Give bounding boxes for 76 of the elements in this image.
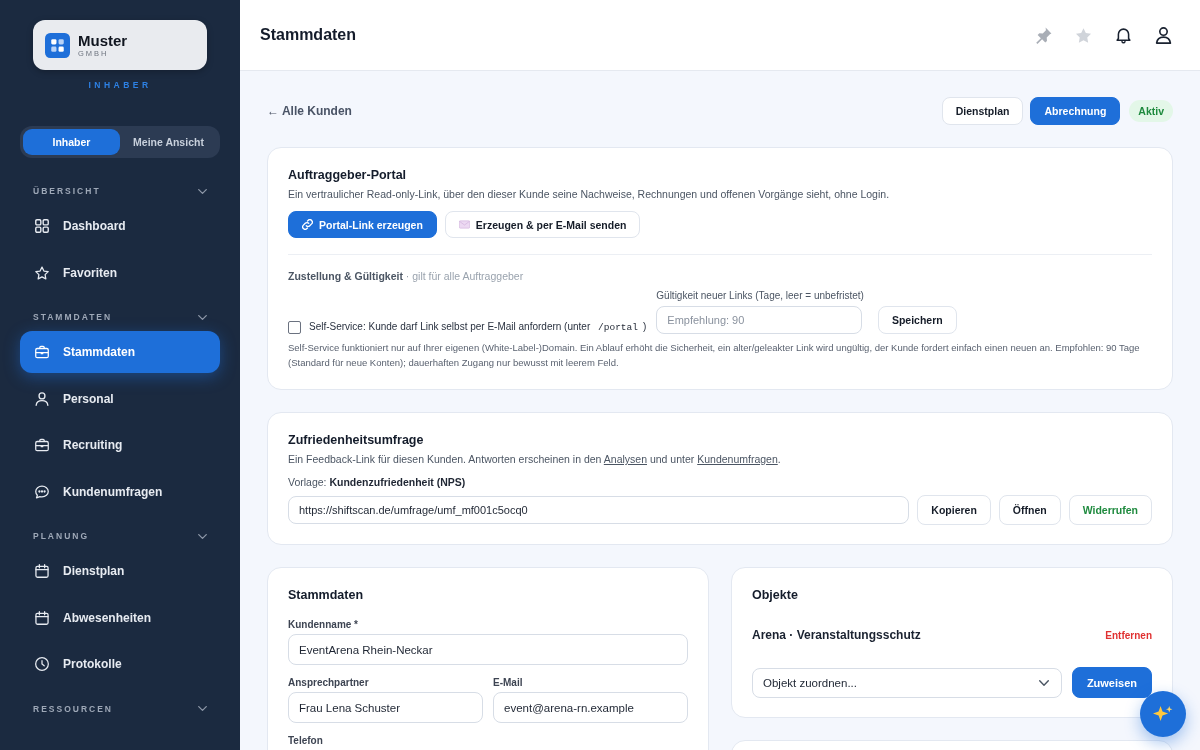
field-label: Telefon [288,735,323,747]
delivery-heading: Zustellung & Gültigkeit · gilt für alle Auftraggeber [288,270,525,282]
card-title: Auftraggeber-Portal [288,167,407,183]
send-email-button[interactable]: Erzeugen & per E-Mail senden [444,211,641,238]
validity-field[interactable]: Empfehlung: 90 [656,306,863,334]
save-button[interactable]: Speichern [877,306,957,334]
generate-link-button[interactable]: Portal-Link erzeugen [288,211,437,238]
nav-item[interactable]: Dienstplan [20,550,220,592]
field-label: Kundenname * [288,619,358,631]
card-title: Stammdaten [288,587,364,603]
nav-item[interactable]: Dashboard [20,205,220,247]
field-label: Ansprechpartner [288,677,369,689]
open-button[interactable]: Öffnen [998,495,1061,525]
card-description: Ein Feedback-Link für diesen Kunden. Antworten erscheinen in den Analysen und unter Kundenumfragen. [288,453,782,465]
clock-icon [35,657,49,671]
sparkle-icon [1153,704,1173,724]
briefcase-icon [35,438,49,452]
card-title: Zufriedenheitsumfrage [288,432,424,448]
calendar-icon [35,564,49,578]
roster-button[interactable]: Dienstplan [941,97,1024,125]
copy-button[interactable]: Kopieren [917,495,991,525]
template-label: Vorlage: Kundenzufriedenheit (NPS) [288,476,467,488]
view-toggle-option[interactable]: Inhaber [23,129,120,155]
text-link[interactable]: Kundenumfragen [697,453,778,465]
nav-item[interactable]: Favoriten [20,251,220,294]
back-link[interactable]: ← Alle Kunden [267,104,352,118]
text-link[interactable]: Analysen [603,453,647,465]
nav-item[interactable]: Stammdaten [20,331,220,373]
revoke-button[interactable]: Widerrufen [1068,495,1152,525]
nav-item[interactable]: Recruiting [20,424,220,466]
survey-link-field[interactable]: https://shiftscan.de/umfrage/umf_mf001c5ocq0 [288,496,910,524]
checkbox[interactable] [288,320,301,334]
logo-icon [45,32,70,58]
brand-name: Muster [78,32,128,49]
object-select[interactable]: Objekt zuordnen... [752,667,1062,698]
card-title: Objekte [752,587,798,603]
nav-item[interactable]: Kundenumfragen [20,470,220,513]
calendar-icon [35,610,49,625]
section-title: STAMMDATEN [33,312,113,322]
grid-icon [35,219,49,233]
field-label: Gültigkeit neuer Links (Tage, leer = unbefristet) [656,290,864,302]
chevron-down-icon [198,188,207,194]
bell-icon[interactable] [1115,26,1132,44]
section-title: RESSOURCEN [33,703,113,714]
help-text: Self-Service funktioniert nur auf Ihrer eigenen (White-Label-)Domain. Ein Ablauf erhöht die Sicherheit, ein alter/geleakter Link wird ungültig, der Kunde fordert einfach einen neuen an. Empfohlen: 90 Tage (Standard für neue Konten); dauerhaften Zugang nur bewusst mit leerem Feld. [288,341,1141,370]
chevron-down-icon [1038,679,1049,686]
object-name: Arena · Veranstaltungsschutz [752,628,921,642]
section-title: ÜBERSICHT [33,186,101,196]
role-label: INHABER [88,79,152,91]
chevron-down-icon [198,533,207,539]
chat-bubble-icon [35,484,49,499]
field-label: E-Mail [493,677,523,689]
customer-name-field[interactable]: EventArena Rhein-Neckar [288,634,688,665]
nav-item[interactable]: Personal [20,377,220,420]
status-badge: Aktiv [1129,100,1173,122]
billing-button[interactable]: Abrechnung [1030,97,1121,125]
remove-link[interactable]: Entfernen [1105,629,1152,641]
link-icon [302,219,313,230]
nav-item[interactable]: Abwesenheiten [20,596,220,639]
card-description: Ein vertraulicher Read-only-Link, über den dieser Kunde seine Nachweise, Rechnungen und offenen Vorgänge sieht, ohne Login. [288,188,891,200]
envelope-icon [458,219,470,230]
nav-item[interactable]: Protokolle [20,643,220,685]
star-icon[interactable] [1075,26,1092,44]
self-service-label: Self-Service: Kunde darf Link selbst per E-Mail anfordern (unter /portal ) [309,321,647,333]
page-title: Stammdaten [260,26,357,44]
view-toggle-option[interactable]: Meine Ansicht [120,129,217,155]
email-field[interactable]: event@arena-rn.example [493,692,688,723]
briefcase-icon [35,345,49,359]
person-icon [35,391,49,406]
section-title: PLANUNG [33,531,90,541]
assign-button[interactable]: Zuweisen [1071,667,1152,698]
chevron-down-icon [198,314,207,320]
contact-field[interactable]: Frau Lena Schuster [288,692,483,723]
user-icon[interactable] [1155,26,1172,44]
star-icon [35,265,49,280]
chevron-down-icon [198,706,207,711]
